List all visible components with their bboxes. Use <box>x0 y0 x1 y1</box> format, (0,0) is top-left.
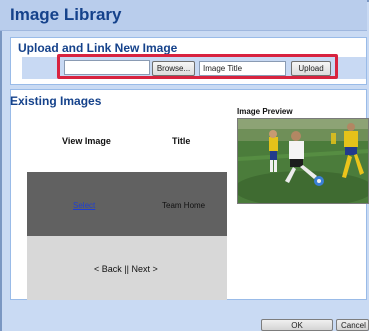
select-link[interactable]: Select <box>73 201 95 210</box>
upload-button[interactable]: Upload <box>291 61 331 76</box>
column-header-view-image: View Image <box>62 136 111 146</box>
cancel-button[interactable]: Cancel <box>336 319 369 331</box>
image-title-input[interactable] <box>199 61 286 76</box>
upload-heading: Upload and Link New Image <box>18 41 178 55</box>
title-bar: Image Library <box>0 0 367 31</box>
image-preview <box>237 118 369 204</box>
soccer-players-photo <box>238 119 368 203</box>
ok-button[interactable]: OK <box>261 319 333 331</box>
pager[interactable]: < Back || Next > <box>94 264 158 274</box>
window-title: Image Library <box>10 5 122 24</box>
browse-button[interactable]: Browse... <box>152 61 195 76</box>
existing-images-heading: Existing Images <box>10 94 102 108</box>
file-path-input[interactable] <box>64 60 150 75</box>
column-header-title: Title <box>172 136 191 146</box>
row-title: Team Home <box>162 201 206 210</box>
image-preview-label: Image Preview <box>237 107 293 116</box>
